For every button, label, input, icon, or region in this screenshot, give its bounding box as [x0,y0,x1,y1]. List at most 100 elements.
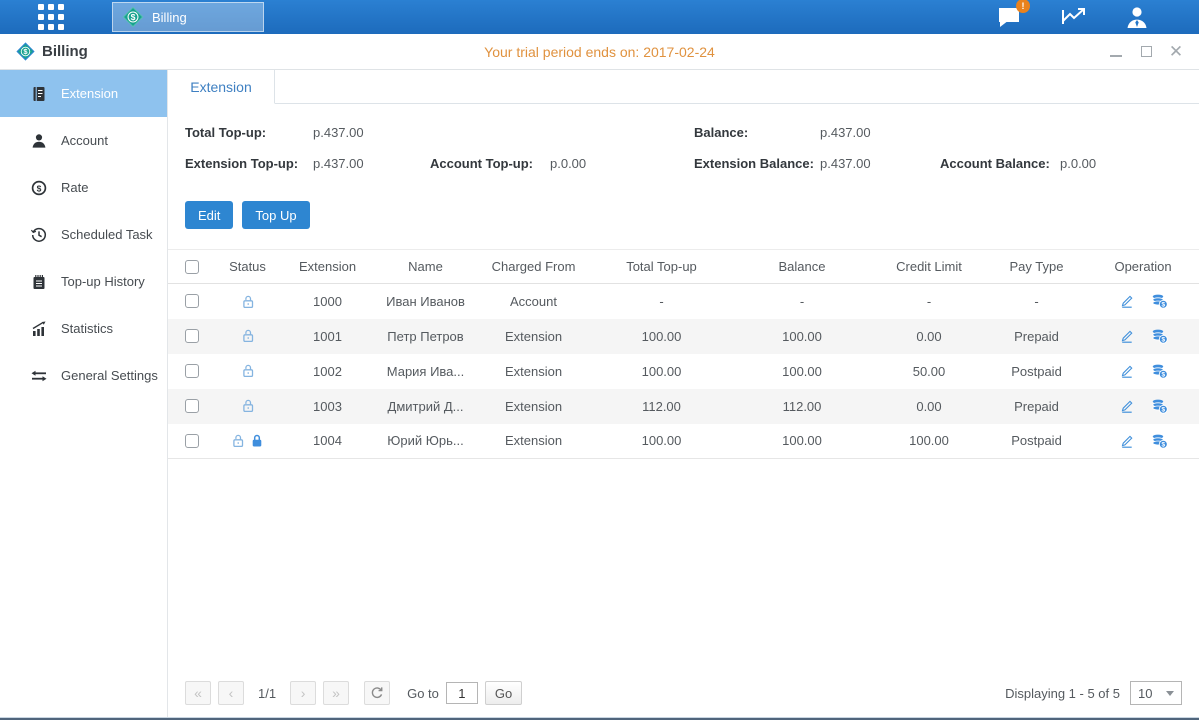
unlock-icon [240,398,256,414]
svg-text:$: $ [131,12,136,22]
minimize-button[interactable] [1109,45,1123,59]
pagination-bar: « ‹ 1/1 › » Go to Go Displaying 1 - 5 of… [168,669,1199,717]
topup-row-icon[interactable]: $ [1151,328,1168,344]
topup-row-icon[interactable]: $ [1151,433,1168,449]
unlock-icon [240,363,256,379]
select-all-checkbox[interactable] [185,260,199,274]
top-bar: $ Billing ! [0,0,1199,34]
row-checkbox[interactable] [185,329,199,343]
table-row: 1001 Петр Петров Extension 100.00 100.00… [168,319,1199,354]
svg-text:$: $ [1161,372,1165,379]
billing-summary: Total Top-up: p.437.00 Balance: p.437.00… [168,104,1199,179]
cell-pay-type: Postpaid [986,354,1087,389]
sidebar-item-label: General Settings [61,368,158,383]
sidebar-item-rate[interactable]: $ Rate [0,164,167,211]
table-row: 1003 Дмитрий Д... Extension 112.00 112.0… [168,389,1199,424]
cell-name: Дмитрий Д... [375,389,476,424]
sidebar-item-scheduled-task[interactable]: Scheduled Task [0,211,167,258]
cell-extension: 1001 [280,319,375,354]
sidebar-item-extension[interactable]: Extension [0,70,167,117]
account-topup-label: Account Top-up: [430,148,550,179]
topup-row-icon[interactable]: $ [1151,398,1168,414]
row-checkbox[interactable] [185,434,199,448]
svg-text:$: $ [1161,407,1165,414]
cell-extension: 1000 [280,284,375,319]
cell-credit-limit: 0.00 [872,389,986,424]
unlock-icon [240,328,256,344]
lock-icon [249,433,265,449]
cell-total-topup: 100.00 [591,424,732,459]
window-title: Billing [42,43,88,60]
row-checkbox[interactable] [185,364,199,378]
topup-row-icon[interactable]: $ [1151,293,1168,309]
first-page-button[interactable]: « [185,681,211,705]
row-checkbox[interactable] [185,294,199,308]
row-checkbox[interactable] [185,399,199,413]
cell-balance: 100.00 [732,424,872,459]
sidebar-item-general-settings[interactable]: General Settings [0,352,167,399]
svg-text:$: $ [37,183,42,193]
edit-row-icon[interactable] [1119,398,1135,414]
table-row: 1004 Юрий Юрь... Extension 100.00 100.00… [168,424,1199,459]
col-credit-limit: Credit Limit [872,250,986,284]
go-button[interactable]: Go [485,681,522,705]
cell-total-topup: 100.00 [591,319,732,354]
topbar-tab-label: Billing [152,10,187,25]
general-settings-arrows-icon [30,368,48,384]
col-status: Status [215,250,280,284]
app-grid-icon[interactable] [38,4,64,30]
edit-row-icon[interactable] [1119,363,1135,379]
col-pay-type: Pay Type [986,250,1087,284]
cell-credit-limit: 50.00 [872,354,986,389]
tab-strip: Extension [168,70,1199,104]
last-page-button[interactable]: » [323,681,349,705]
col-extension: Extension [280,250,375,284]
cell-credit-limit: 100.00 [872,424,986,459]
notification-badge: ! [1016,0,1030,13]
cell-total-topup: - [591,284,732,319]
cell-pay-type: Prepaid [986,319,1087,354]
prev-page-button[interactable]: ‹ [218,681,244,705]
unlock-icon [240,294,256,310]
page-size-select[interactable]: 10 [1130,681,1182,705]
svg-text:$: $ [1161,337,1165,344]
extension-table: Status Extension Name Charged From Total… [168,249,1199,459]
cell-balance: - [732,284,872,319]
displaying-text: Displaying 1 - 5 of 5 [1005,686,1120,701]
page-size-value: 10 [1138,686,1152,701]
maximize-button[interactable] [1139,45,1153,59]
svg-text:$: $ [1161,302,1165,309]
extension-topup-value: p.437.00 [313,148,430,179]
topbar-billing-tab[interactable]: $ Billing [112,2,264,32]
goto-label: Go to [407,686,439,701]
topup-button[interactable]: Top Up [242,201,309,229]
page-indicator: 1/1 [258,686,276,701]
close-button[interactable]: ✕ [1169,45,1183,59]
extension-ledger-icon [30,86,48,102]
cell-credit-limit: - [872,284,986,319]
rate-dollar-icon: $ [30,180,48,196]
cell-balance: 100.00 [732,354,872,389]
sidebar-item-statistics[interactable]: Statistics [0,305,167,352]
main-content: Extension Total Top-up: p.437.00 Balance… [168,70,1199,717]
topup-row-icon[interactable]: $ [1151,363,1168,379]
cell-charged-from: Extension [476,424,591,459]
extension-balance-value: p.437.00 [820,148,940,179]
goto-page-input[interactable] [446,682,478,704]
sidebar-item-topup-history[interactable]: Top-up History [0,258,167,305]
resource-monitor-icon[interactable] [1059,4,1087,30]
cell-pay-type: Postpaid [986,424,1087,459]
messages-icon[interactable]: ! [995,4,1023,30]
tab-extension[interactable]: Extension [168,70,275,104]
user-account-icon[interactable] [1123,4,1151,30]
total-topup-value: p.437.00 [313,117,430,148]
refresh-icon[interactable] [364,681,390,705]
extension-balance-label: Extension Balance: [694,148,820,179]
next-page-button[interactable]: › [290,681,316,705]
edit-button[interactable]: Edit [185,201,233,229]
edit-row-icon[interactable] [1119,433,1135,449]
edit-row-icon[interactable] [1119,293,1135,309]
sidebar-item-account[interactable]: Account [0,117,167,164]
table-row: 1000 Иван Иванов Account - - - - $ [168,284,1199,319]
edit-row-icon[interactable] [1119,328,1135,344]
